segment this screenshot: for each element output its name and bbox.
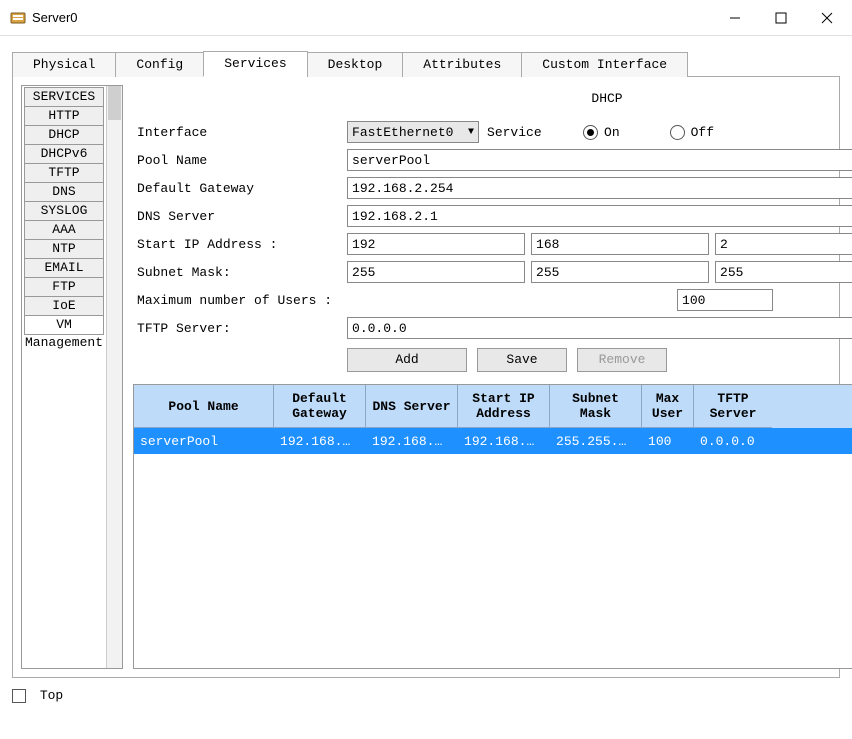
page-title: DHCP [133, 85, 852, 118]
start-ip-octet-3[interactable] [715, 233, 852, 255]
th-start-ip[interactable]: Start IP Address [458, 385, 550, 428]
service-on-radio[interactable]: On [583, 125, 620, 140]
top-checkbox[interactable] [12, 689, 26, 703]
sidebar-item-ioe[interactable]: IoE [24, 296, 104, 316]
cell-dns-server: 192.168. [366, 428, 458, 454]
th-pool-name[interactable]: Pool Name [134, 385, 274, 428]
th-max-user[interactable]: Max User [642, 385, 694, 428]
start-ip-octet-2[interactable] [531, 233, 709, 255]
cell-subnet-mask: 255.255. [550, 428, 642, 454]
pool-table: Pool Name Default Gateway DNS Server Sta… [133, 384, 852, 669]
subnet-mask-octet-2[interactable] [531, 261, 709, 283]
default-gateway-input[interactable] [347, 177, 852, 199]
tab-custom-interface[interactable]: Custom Interface [521, 52, 688, 77]
interface-value: FastEthernet0 [352, 125, 453, 140]
tftp-server-input[interactable] [347, 317, 852, 339]
window-title: Server0 [32, 10, 78, 25]
start-ip-label: Start IP Address : [137, 237, 347, 252]
th-dns-server[interactable]: DNS Server [366, 385, 458, 428]
sidebar-item-vm-management[interactable]: VM Management [24, 315, 104, 335]
tab-services[interactable]: Services [203, 51, 307, 77]
service-radio-group: On Off [583, 125, 714, 140]
sidebar-item-http[interactable]: HTTP [24, 106, 104, 126]
sidebar-item-ftp[interactable]: FTP [24, 277, 104, 297]
subnet-mask-label: Subnet Mask: [137, 265, 347, 280]
max-users-input[interactable] [677, 289, 773, 311]
tab-physical[interactable]: Physical [12, 52, 116, 77]
save-button[interactable]: Save [477, 348, 567, 372]
sidebar-item-tftp[interactable]: TFTP [24, 163, 104, 183]
th-tftp-server[interactable]: TFTP Server [694, 385, 772, 428]
th-default-gateway[interactable]: Default Gateway [274, 385, 366, 428]
sidebar-item-services[interactable]: SERVICES [24, 87, 104, 107]
add-button[interactable]: Add [347, 348, 467, 372]
sidebar-item-dhcp[interactable]: DHCP [24, 125, 104, 145]
interface-label: Interface [137, 125, 347, 140]
app-icon [10, 10, 26, 26]
tab-bar: Physical Config Services Desktop Attribu… [12, 50, 840, 76]
chevron-down-icon: ▼ [468, 127, 474, 138]
radio-icon [583, 125, 598, 140]
tftp-server-label: TFTP Server: [137, 321, 347, 336]
off-label: Off [691, 125, 714, 140]
max-users-label: Maximum number of Users : [137, 293, 677, 308]
sidebar-item-email[interactable]: EMAIL [24, 258, 104, 278]
sidebar-item-aaa[interactable]: AAA [24, 220, 104, 240]
tab-attributes[interactable]: Attributes [402, 52, 522, 77]
sidebar-scrollbar[interactable] [106, 86, 122, 668]
cell-default-gateway: 192.168. [274, 428, 366, 454]
service-label: Service [487, 125, 557, 140]
start-ip-octet-1[interactable] [347, 233, 525, 255]
cell-max-user: 100 [642, 428, 694, 454]
sidebar-item-dhcpv6[interactable]: DHCPv6 [24, 144, 104, 164]
dns-server-input[interactable] [347, 205, 852, 227]
radio-icon [670, 125, 685, 140]
subnet-mask-octet-1[interactable] [347, 261, 525, 283]
services-list: SERVICES HTTP DHCP DHCPv6 TFTP DNS SYSLO… [22, 86, 106, 668]
pool-name-input[interactable] [347, 149, 852, 171]
close-button[interactable] [804, 3, 850, 33]
table-header: Pool Name Default Gateway DNS Server Sta… [134, 385, 852, 428]
minimize-button[interactable] [712, 3, 758, 33]
cell-tftp-server: 0.0.0.0 [694, 428, 772, 454]
remove-button[interactable]: Remove [577, 348, 667, 372]
cell-pool-name: serverPool [134, 428, 274, 454]
table-row[interactable]: serverPool 192.168. 192.168. 192.168. 25… [134, 428, 852, 454]
dhcp-panel: DHCP Interface FastEthernet0 ▼ Service O… [133, 85, 852, 669]
footer: Top [0, 682, 852, 707]
pool-name-label: Pool Name [137, 153, 347, 168]
cell-start-ip: 192.168. [458, 428, 550, 454]
subnet-mask-octet-3[interactable] [715, 261, 852, 283]
maximize-button[interactable] [758, 3, 804, 33]
titlebar: Server0 [0, 0, 852, 36]
service-off-radio[interactable]: Off [670, 125, 714, 140]
on-label: On [604, 125, 620, 140]
th-subnet-mask[interactable]: Subnet Mask [550, 385, 642, 428]
window-body: Physical Config Services Desktop Attribu… [0, 36, 852, 682]
tab-desktop[interactable]: Desktop [307, 52, 404, 77]
dns-server-label: DNS Server [137, 209, 347, 224]
sidebar-item-ntp[interactable]: NTP [24, 239, 104, 259]
top-label: Top [40, 688, 63, 703]
default-gateway-label: Default Gateway [137, 181, 347, 196]
sidebar-scrollbar-thumb[interactable] [108, 86, 121, 120]
tab-config[interactable]: Config [115, 52, 204, 77]
sidebar-item-dns[interactable]: DNS [24, 182, 104, 202]
sidebar-item-syslog[interactable]: SYSLOG [24, 201, 104, 221]
interface-select[interactable]: FastEthernet0 ▼ [347, 121, 479, 143]
content-frame: SERVICES HTTP DHCP DHCPv6 TFTP DNS SYSLO… [12, 76, 840, 678]
dhcp-form: Interface FastEthernet0 ▼ Service On [133, 118, 852, 372]
services-sidebar: SERVICES HTTP DHCP DHCPv6 TFTP DNS SYSLO… [21, 85, 123, 669]
